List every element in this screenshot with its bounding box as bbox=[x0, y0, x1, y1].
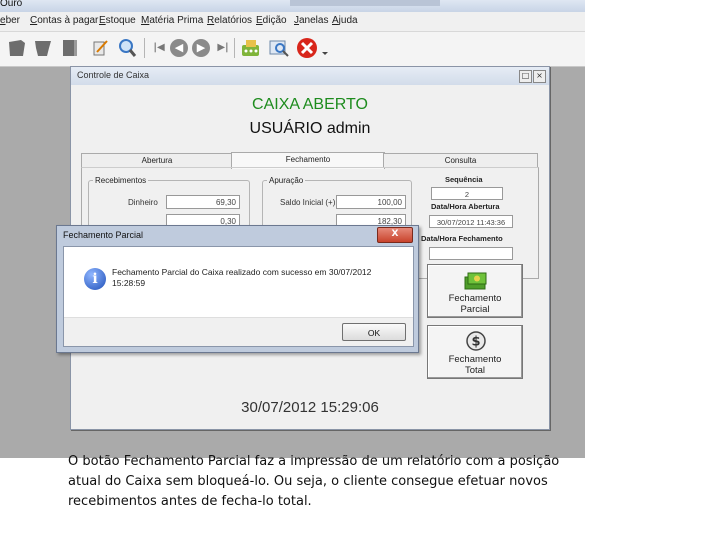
dialog-title: Fechamento Parcial bbox=[63, 230, 144, 240]
dialog-footer: OK bbox=[64, 317, 413, 346]
caption-text: O botão Fechamento Parcial faz a impress… bbox=[68, 454, 560, 509]
dialog-body: i Fechamento Parcial do Caixa realizado … bbox=[63, 246, 414, 347]
prev-icon[interactable]: ◀ bbox=[168, 37, 190, 59]
current-datetime: 30/07/2012 15:29:06 bbox=[241, 399, 379, 416]
window-titlebar: Controle de Caixa □ × bbox=[71, 67, 549, 85]
app-titlebar: Ouro bbox=[0, 0, 585, 12]
print-icon[interactable] bbox=[90, 37, 112, 59]
fechamento-datetime-field[interactable] bbox=[429, 247, 513, 260]
saldo-inicial-field[interactable]: 100,00 bbox=[336, 195, 406, 209]
dialog-message: Fechamento Parcial do Caixa realizado co… bbox=[112, 267, 372, 288]
abertura-field[interactable]: 30/07/2012 11:43:36 bbox=[429, 215, 513, 228]
next-icon[interactable]: ▶ bbox=[190, 37, 212, 59]
tab-abertura[interactable]: Abertura bbox=[81, 153, 233, 168]
fechamento-total-button[interactable]: $ Fechamento Total bbox=[427, 325, 523, 379]
sequencia-label: Sequência bbox=[445, 175, 483, 184]
sequencia-field[interactable]: 2 bbox=[431, 187, 503, 200]
app-title: Ouro bbox=[0, 0, 23, 9]
message-dialog: Fechamento Parcial X i Fechamento Parcia… bbox=[56, 225, 419, 353]
cash-status: CAIXA ABERTO bbox=[252, 96, 368, 113]
screenshot-area: Ouro eber Contas à pagar Estoque Matéria… bbox=[0, 0, 585, 458]
menu-relatorios[interactable]: Relatórios bbox=[207, 15, 252, 26]
last-icon[interactable]: ▶| bbox=[212, 37, 234, 59]
dollar-icon: $ bbox=[466, 331, 486, 351]
svg-text:$: $ bbox=[471, 335, 480, 350]
first-icon[interactable]: |◀ bbox=[148, 37, 170, 59]
prev-symbol: ◀ bbox=[170, 39, 188, 57]
abertura-label: Data/Hora Abertura bbox=[431, 202, 500, 211]
next-symbol: ▶ bbox=[192, 39, 210, 57]
ok-button[interactable]: OK bbox=[342, 323, 406, 341]
preview-icon[interactable] bbox=[268, 37, 290, 59]
user-status: USUÁRIO admin bbox=[249, 120, 371, 137]
menu-edicao[interactable]: Edição bbox=[256, 15, 287, 26]
apuracao-legend: Apuração bbox=[269, 176, 304, 185]
calculator-icon[interactable] bbox=[240, 37, 262, 59]
window-title: Controle de Caixa bbox=[77, 70, 150, 80]
dinheiro-field[interactable]: 69,30 bbox=[166, 195, 240, 209]
money-icon bbox=[464, 272, 487, 290]
tab-strip: Abertura Fechamento Consulta bbox=[81, 152, 538, 169]
window-close-icon[interactable]: × bbox=[533, 70, 546, 83]
menu-estoque[interactable]: Estoque bbox=[99, 15, 136, 26]
recebimentos-legend: Recebimentos bbox=[95, 176, 147, 185]
fechamento-parcial-label: Fechamento Parcial bbox=[448, 293, 502, 315]
menu-materia-prima[interactable]: Matéria Prima bbox=[141, 15, 203, 26]
toolbar: |◀ ◀ ▶ ▶| bbox=[0, 32, 585, 67]
tab-consulta[interactable]: Consulta bbox=[383, 153, 538, 168]
fechamento-parcial-button[interactable]: Fechamento Parcial bbox=[427, 264, 523, 318]
titlebar-faded-text bbox=[290, 0, 440, 6]
last-symbol: ▶| bbox=[217, 42, 229, 53]
menu-receber[interactable]: eber bbox=[0, 15, 20, 26]
menu-bar: eber Contas à pagar Estoque Matéria Prim… bbox=[0, 12, 585, 32]
close-icon[interactable] bbox=[58, 37, 80, 59]
fechamento-datetime-label: Data/Hora Fechamento bbox=[421, 234, 503, 243]
first-symbol: |◀ bbox=[153, 42, 165, 53]
search-icon[interactable] bbox=[116, 37, 138, 59]
open-icon[interactable] bbox=[6, 37, 28, 59]
toolbar-dropdown-icon[interactable] bbox=[320, 37, 330, 59]
info-icon: i bbox=[84, 268, 106, 290]
dialog-close-button[interactable]: X bbox=[377, 227, 413, 243]
save-icon[interactable] bbox=[32, 37, 54, 59]
toolbar-separator bbox=[144, 38, 145, 58]
toolbar-separator bbox=[234, 38, 235, 58]
window-restore-icon[interactable]: □ bbox=[519, 70, 532, 83]
menu-contas-a-pagar[interactable]: Contas à pagar bbox=[30, 15, 98, 26]
dinheiro-label: Dinheiro bbox=[128, 198, 158, 207]
fechamento-total-label: Fechamento Total bbox=[448, 354, 502, 376]
menu-ajuda[interactable]: Ajuda bbox=[332, 15, 358, 26]
cancel-icon[interactable] bbox=[296, 37, 318, 59]
saldo-inicial-label: Saldo Inicial (+) bbox=[280, 198, 336, 207]
menu-janelas[interactable]: Janelas bbox=[294, 15, 328, 26]
